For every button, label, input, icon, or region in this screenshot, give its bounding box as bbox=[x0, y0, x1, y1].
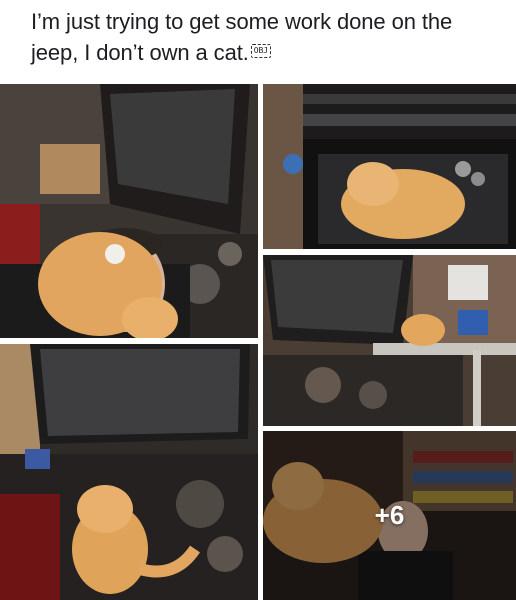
photo-cat-in-toolbox[interactable] bbox=[263, 84, 516, 249]
photo-selfie-with-cat[interactable] bbox=[0, 84, 258, 338]
more-photos-count: +6 bbox=[374, 500, 405, 530]
photo-cat-on-ladder[interactable] bbox=[263, 255, 516, 426]
more-photos-button[interactable]: +6 bbox=[263, 431, 516, 600]
photo-gallery: +6 bbox=[0, 0, 516, 600]
photo-toolbox-image bbox=[263, 84, 516, 249]
photo-selfie-image bbox=[0, 84, 258, 338]
photo-engine-image bbox=[0, 344, 258, 600]
photo-ladder-image bbox=[263, 255, 516, 426]
photo-cat-on-shoulder[interactable]: +6 bbox=[263, 431, 516, 600]
photo-cat-on-jeep-engine[interactable] bbox=[0, 344, 258, 600]
